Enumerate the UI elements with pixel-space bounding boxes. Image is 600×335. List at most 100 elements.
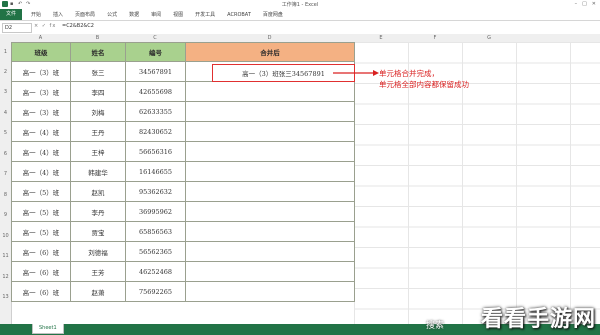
- tab-data[interactable]: 数据: [123, 11, 145, 18]
- cell-merged[interactable]: [185, 241, 355, 262]
- cell-number[interactable]: 82430652: [125, 121, 186, 142]
- column-header-g[interactable]: G: [462, 35, 516, 41]
- cell-number[interactable]: 36995962: [125, 201, 186, 222]
- cell-class[interactable]: 高一（3）班: [11, 101, 71, 122]
- name-box[interactable]: D2: [2, 23, 32, 33]
- cell-number[interactable]: 42655698: [125, 81, 186, 102]
- row-header[interactable]: 2: [0, 69, 11, 75]
- tab-file[interactable]: 文件: [0, 9, 23, 20]
- cell-merged[interactable]: [185, 281, 355, 302]
- table-row: 高一（5）班 贾宝 65856563: [11, 221, 355, 242]
- cell-number[interactable]: 56562365: [125, 241, 186, 262]
- header-cell-number[interactable]: 编号: [125, 42, 186, 62]
- cell-class[interactable]: 高一（4）班: [11, 161, 71, 182]
- column-header-f[interactable]: F: [408, 35, 462, 41]
- row-header[interactable]: 5: [0, 130, 11, 136]
- cell-merged[interactable]: [185, 221, 355, 242]
- cell-class[interactable]: 高一（4）班: [11, 141, 71, 162]
- row-header[interactable]: 8: [0, 192, 11, 198]
- tab-insert[interactable]: 插入: [47, 11, 69, 18]
- row-header[interactable]: 7: [0, 171, 11, 177]
- cell-number[interactable]: 46252468: [125, 261, 186, 282]
- cell-number[interactable]: 75692265: [125, 281, 186, 302]
- row-header[interactable]: 12: [0, 274, 11, 280]
- row-header[interactable]: 3: [0, 89, 11, 95]
- tab-page-layout[interactable]: 页面布局: [69, 11, 101, 18]
- row-header[interactable]: 10: [0, 233, 11, 239]
- cell-merged[interactable]: [185, 81, 355, 102]
- cell-number[interactable]: 16146655: [125, 161, 186, 182]
- cell-name[interactable]: 韩建华: [70, 161, 126, 182]
- cell-number[interactable]: 34567891: [125, 61, 186, 82]
- cell-name[interactable]: 李四: [70, 81, 126, 102]
- header-cell-merged[interactable]: 合并后: [185, 42, 355, 62]
- cell-class[interactable]: 高一（5）班: [11, 201, 71, 222]
- table-row: 高一（6）班 刘德福 56562365: [11, 241, 355, 262]
- watermark-search-text: 搜索: [425, 321, 444, 331]
- formula-buttons[interactable]: × ✓ fx: [34, 23, 56, 29]
- row-header[interactable]: 4: [0, 110, 11, 116]
- cell-merged[interactable]: [185, 181, 355, 202]
- row-header[interactable]: 1: [0, 49, 11, 55]
- annotation-line-1: 单元格合并完成，: [379, 69, 439, 78]
- row-header[interactable]: 6: [0, 151, 11, 157]
- cell-number[interactable]: 56656316: [125, 141, 186, 162]
- cell-name[interactable]: 张三: [70, 61, 126, 82]
- header-cell-class[interactable]: 班级: [11, 42, 71, 62]
- cell-class[interactable]: 高一（3）班: [11, 61, 71, 82]
- cell-class[interactable]: 高一（5）班: [11, 181, 71, 202]
- cell-number[interactable]: 62633355: [125, 101, 186, 122]
- column-header-b[interactable]: B: [70, 35, 125, 41]
- tab-review[interactable]: 审阅: [145, 11, 167, 18]
- watermark-logo: 看看手游网: [480, 307, 596, 332]
- formula-bar: D2 × ✓ fx =C2&B2&C2: [0, 21, 600, 35]
- cell-merged[interactable]: [185, 161, 355, 182]
- maximize-icon[interactable]: □: [582, 1, 587, 7]
- tab-formulas[interactable]: 公式: [101, 11, 123, 18]
- minimize-icon[interactable]: –: [575, 1, 578, 7]
- column-header-a[interactable]: A: [11, 35, 70, 41]
- tab-home[interactable]: 开始: [25, 11, 47, 18]
- tab-baidu-netdisk[interactable]: 百度网盘: [257, 11, 289, 18]
- cell-class[interactable]: 高一（6）班: [11, 281, 71, 302]
- cell-name[interactable]: 贾宝: [70, 221, 126, 242]
- cell-class[interactable]: 高一（5）班: [11, 221, 71, 242]
- table-row: 高一（3）班 刘梅 62633355: [11, 101, 355, 122]
- cell-name[interactable]: 王梓: [70, 141, 126, 162]
- cell-name[interactable]: 刘德福: [70, 241, 126, 262]
- tab-view[interactable]: 视图: [167, 11, 189, 18]
- window-title: 工作簿1 - Excel: [281, 2, 319, 8]
- cell-merged[interactable]: [185, 141, 355, 162]
- tab-developer[interactable]: 开发工具: [189, 11, 221, 18]
- cell-merged[interactable]: [185, 261, 355, 282]
- cell-name[interactable]: 赵凯: [70, 181, 126, 202]
- cell-merged[interactable]: [185, 201, 355, 222]
- cell-merged[interactable]: [185, 101, 355, 122]
- formula-input[interactable]: =C2&B2&C2: [62, 23, 94, 29]
- column-header-d[interactable]: D: [185, 35, 354, 41]
- cell-merged[interactable]: [185, 121, 355, 142]
- tab-acrobat[interactable]: ACROBAT: [221, 12, 257, 18]
- cell-class[interactable]: 高一（3）班: [11, 81, 71, 102]
- cell-name[interactable]: 赵萧: [70, 281, 126, 302]
- column-header-c[interactable]: C: [125, 35, 185, 41]
- cell-name[interactable]: 李丹: [70, 201, 126, 222]
- cell-name[interactable]: 王芳: [70, 261, 126, 282]
- table-row: 高一（5）班 赵凯 95362632: [11, 181, 355, 202]
- row-header[interactable]: 13: [0, 294, 11, 300]
- header-cell-name[interactable]: 姓名: [70, 42, 126, 62]
- column-header-e[interactable]: E: [354, 35, 408, 41]
- cell-class[interactable]: 高一（4）班: [11, 121, 71, 142]
- cell-name[interactable]: 刘梅: [70, 101, 126, 122]
- cell-class[interactable]: 高一（6）班: [11, 241, 71, 262]
- row-header[interactable]: 11: [0, 253, 11, 259]
- row-header[interactable]: 9: [0, 212, 11, 218]
- cell-number[interactable]: 95362632: [125, 181, 186, 202]
- cell-class[interactable]: 高一（6）班: [11, 261, 71, 282]
- close-icon[interactable]: ✕: [592, 1, 596, 7]
- arrow-right-icon: [333, 70, 379, 76]
- cell-name[interactable]: 王丹: [70, 121, 126, 142]
- cell-number[interactable]: 65856563: [125, 221, 186, 242]
- table-header-row: 班级 姓名 编号 合并后: [11, 42, 355, 62]
- sheet-tab[interactable]: Sheet1: [32, 324, 64, 334]
